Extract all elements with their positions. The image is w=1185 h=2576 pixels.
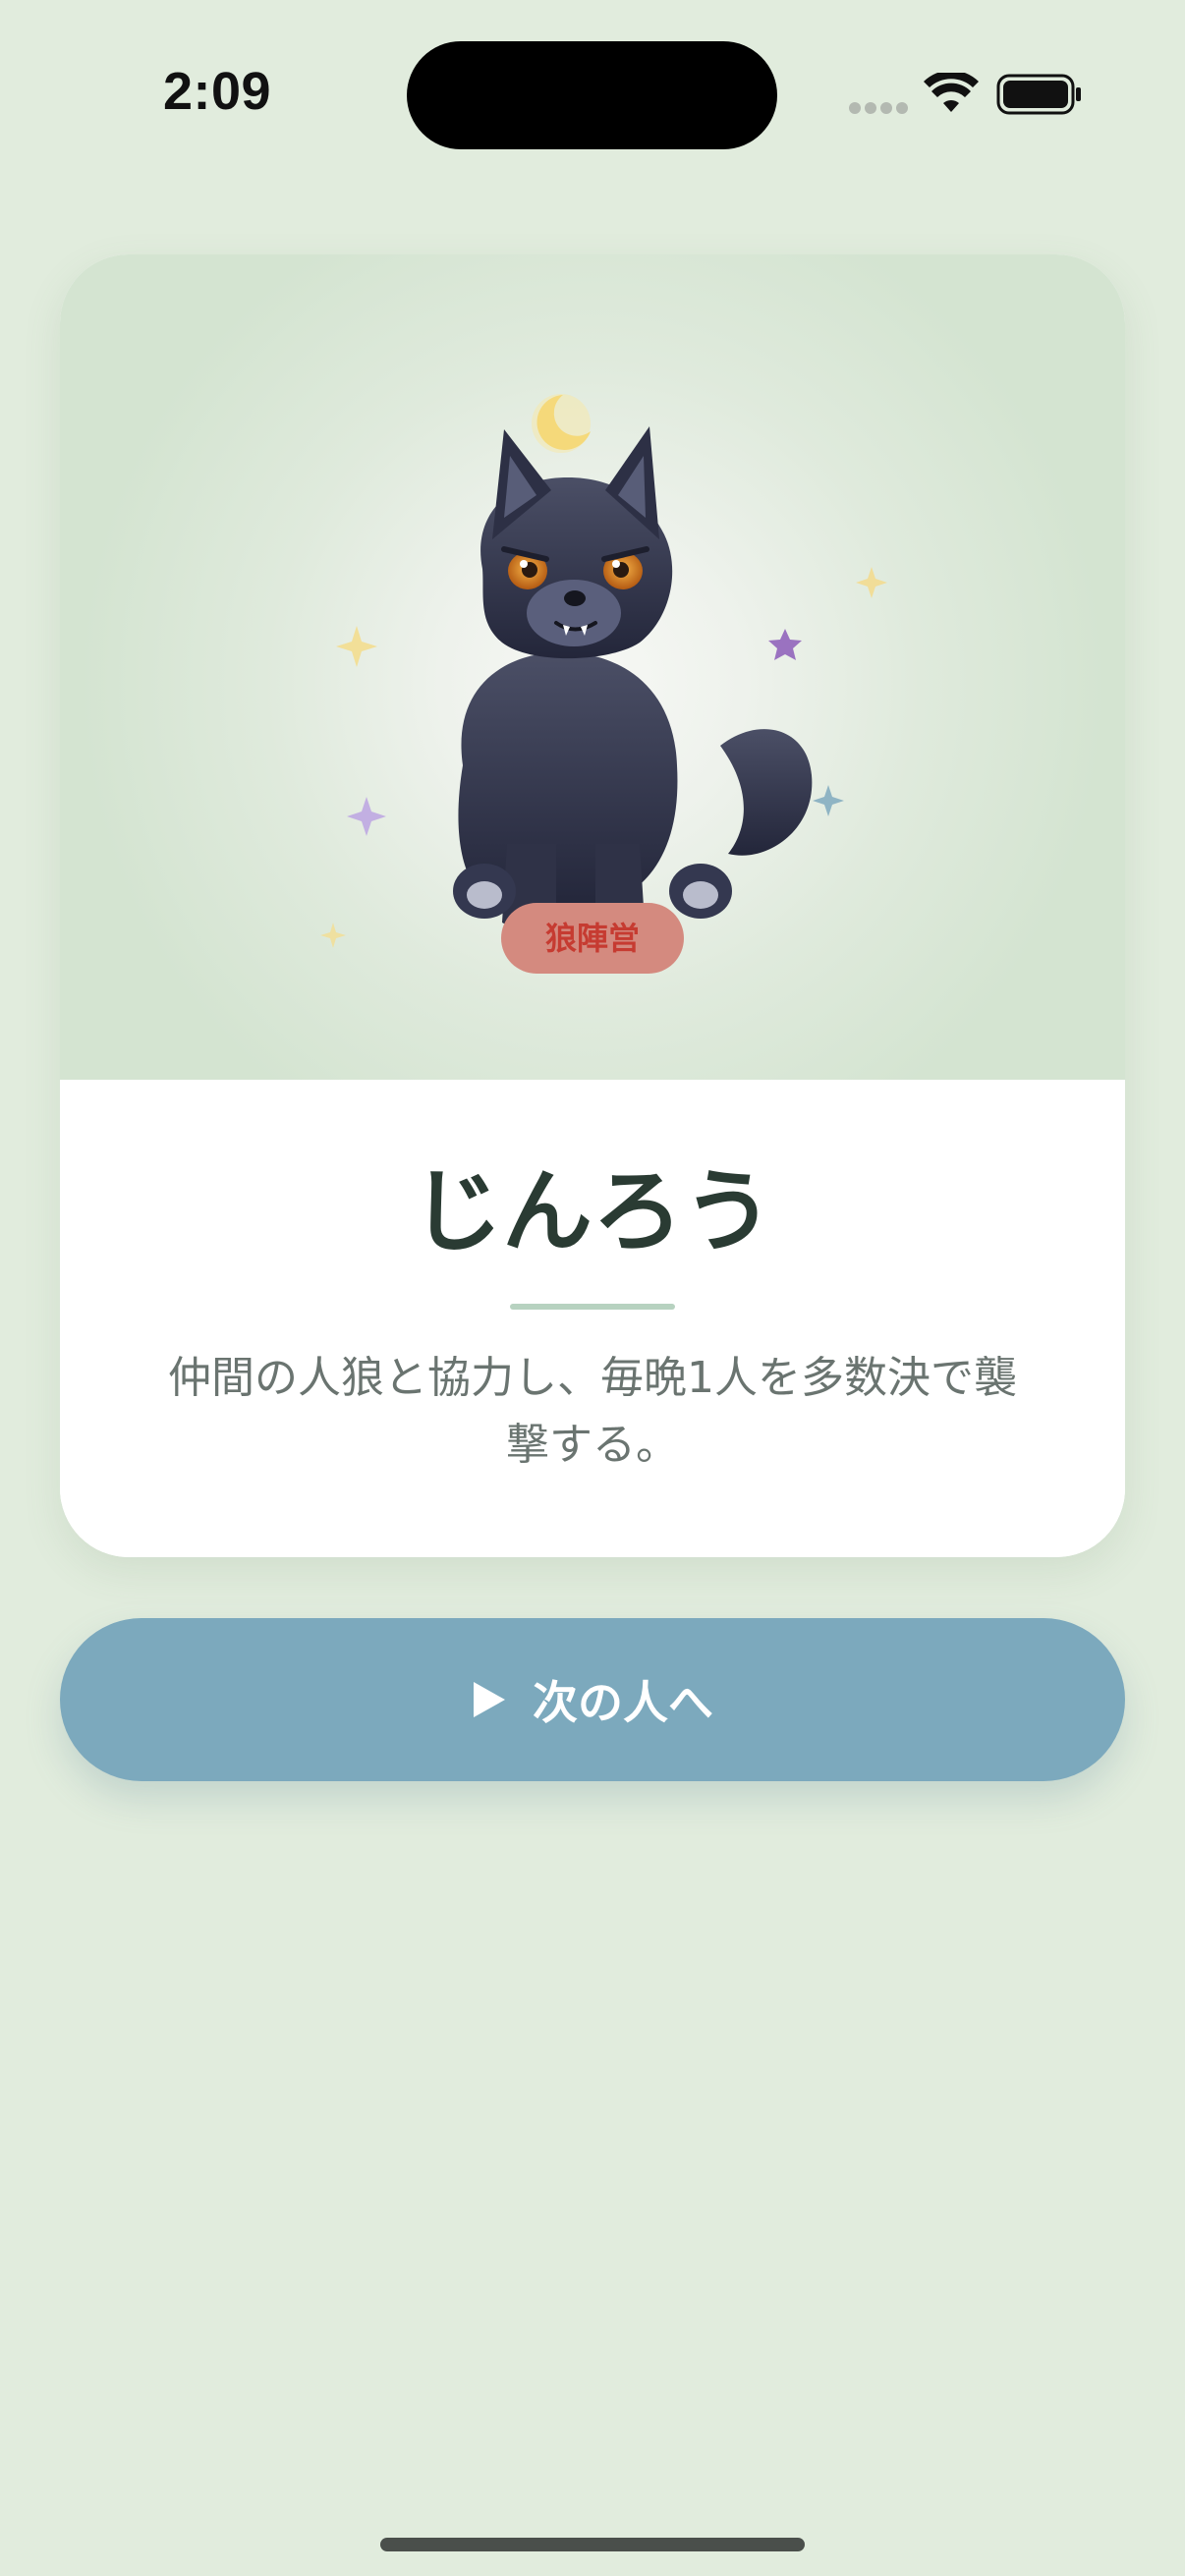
next-person-label: 次の人へ [533, 1676, 713, 1729]
faction-badge: 狼陣営 [501, 903, 684, 974]
battery-icon [996, 74, 1081, 115]
dynamic-island [407, 41, 777, 149]
role-card: 狼陣営 じんろう 仲間の人狼と協力し、毎晩1人を多数決で襲撃する。 [60, 254, 1125, 1557]
divider [510, 1304, 675, 1310]
card-hero: 狼陣営 [60, 254, 1125, 1080]
next-person-button[interactable]: 次の人へ [60, 1618, 1125, 1781]
play-icon [474, 1682, 505, 1717]
wifi-icon [924, 73, 979, 112]
card-body: じんろう 仲間の人狼と協力し、毎晩1人を多数決で襲撃する。 [60, 1080, 1125, 1557]
role-description: 仲間の人狼と協力し、毎晩1人を多数決で襲撃する。 [168, 1353, 1017, 1470]
signal-icon [849, 102, 908, 116]
status-time: 2:09 [163, 62, 272, 121]
role-name: じんろう [411, 1159, 773, 1264]
home-indicator[interactable] [380, 2538, 805, 2551]
